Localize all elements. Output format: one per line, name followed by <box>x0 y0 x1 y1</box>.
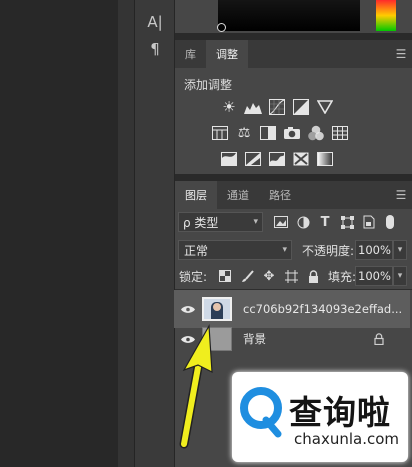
adjust-tabbar: 库 调整 ☰ <box>175 40 412 68</box>
vibrance-icon[interactable] <box>315 97 335 117</box>
filter-kind-label: ρ 类型 <box>183 215 219 230</box>
panel-separator <box>175 33 412 40</box>
tab-channels[interactable]: 通道 <box>217 181 259 209</box>
smart-object-filter-icon[interactable] <box>358 212 380 232</box>
canvas-scroll-edge <box>118 0 134 467</box>
type-filter-icon[interactable]: T <box>314 212 336 232</box>
opacity-label: 不透明度: <box>302 244 355 258</box>
lock-all-icon[interactable] <box>302 266 324 286</box>
lock-label: 锁定: <box>179 270 208 284</box>
chevron-down-icon: ▾ <box>253 217 258 227</box>
selective-color-icon[interactable] <box>291 149 311 169</box>
posterize-icon[interactable] <box>243 149 263 169</box>
hue-saturation-icon[interactable] <box>210 123 230 143</box>
photo-filter-icon[interactable] <box>282 123 302 143</box>
brightness-icon[interactable]: ☀ <box>219 97 239 117</box>
hue-slider[interactable] <box>376 0 396 31</box>
filter-icons: T <box>270 212 410 232</box>
layer-filter-select[interactable]: ρ 类型 ▾ <box>178 212 263 232</box>
filter-toggle[interactable] <box>386 215 394 229</box>
magnifier-logo-icon <box>240 387 282 438</box>
curves-icon[interactable] <box>267 97 287 117</box>
opacity-dropdown-button[interactable]: ▾ <box>393 240 407 260</box>
layer-name: 背景 <box>243 332 266 346</box>
lock-icons: ✥ <box>214 266 324 286</box>
layers-tabbar: 图层 通道 路径 ☰ <box>175 181 412 209</box>
adjust-row-1: ☀ <box>219 97 412 117</box>
color-picker-handle[interactable] <box>217 23 226 32</box>
tab-adjustments[interactable]: 调整 <box>206 40 248 68</box>
lock-pixels-brush-icon[interactable] <box>236 266 258 286</box>
exposure-icon[interactable] <box>291 97 311 117</box>
paragraph-tool-icon[interactable]: ¶ <box>135 37 175 61</box>
watermark-url: chaxunla.com <box>294 430 399 448</box>
pixel-filter-icon[interactable] <box>270 212 292 232</box>
panel-menu-icon[interactable]: ☰ <box>390 40 412 68</box>
color-field[interactable] <box>218 0 360 31</box>
layer-name: cc706b92f134093e2effad... <box>243 302 403 316</box>
gradient-map-icon[interactable] <box>315 149 335 169</box>
yellow-arrow-annotation <box>179 323 213 449</box>
chevron-down-icon: ▾ <box>282 245 287 255</box>
adjustments-panel: 库 调整 ☰ 添加调整 ☀ ⚖ <box>175 33 412 169</box>
channel-mixer-icon[interactable] <box>306 123 326 143</box>
blend-mode-value: 正常 <box>184 243 209 258</box>
invert-icon[interactable] <box>219 149 239 169</box>
text-tool-icon[interactable]: A| <box>135 10 175 34</box>
lock-transparent-icon[interactable] <box>214 266 236 286</box>
adjust-row-2: ⚖ <box>210 123 412 143</box>
color-balance-icon[interactable]: ⚖ <box>234 123 254 143</box>
tab-paths[interactable]: 路径 <box>259 181 301 209</box>
adjust-row-3 <box>219 149 412 169</box>
blend-mode-select[interactable]: 正常 ▾ <box>178 240 292 260</box>
color-lookup-icon[interactable] <box>330 123 350 143</box>
threshold-icon[interactable] <box>267 149 287 169</box>
watermark-badge: 查询啦 chaxunla.com <box>232 372 408 462</box>
black-white-icon[interactable] <box>258 123 278 143</box>
tab-layers[interactable]: 图层 <box>175 181 217 209</box>
portrait-face <box>213 303 221 311</box>
adjust-title: 添加调整 <box>184 78 233 92</box>
panel-menu-icon[interactable]: ☰ <box>390 181 412 209</box>
opacity-input[interactable]: 100% <box>355 240 393 260</box>
tool-strip: A| ¶ <box>134 0 175 467</box>
lock-artboard-icon[interactable] <box>280 266 302 286</box>
lock-position-move-icon[interactable]: ✥ <box>258 266 280 286</box>
watermark-text: 查询啦 <box>289 393 391 432</box>
levels-icon[interactable] <box>243 97 263 117</box>
tab-libraries[interactable]: 库 <box>175 40 206 68</box>
panel-separator <box>175 174 412 181</box>
fill-dropdown-button[interactable]: ▾ <box>393 266 407 286</box>
adjustment-filter-icon[interactable] <box>292 212 314 232</box>
fill-label: 填充: <box>328 270 357 284</box>
layers-panel: 图层 通道 路径 ☰ <box>175 174 412 209</box>
canvas-area <box>0 0 118 467</box>
shape-filter-icon[interactable] <box>336 212 358 232</box>
layer-lock-icon <box>374 330 384 349</box>
fill-input[interactable]: 100% <box>355 266 393 286</box>
